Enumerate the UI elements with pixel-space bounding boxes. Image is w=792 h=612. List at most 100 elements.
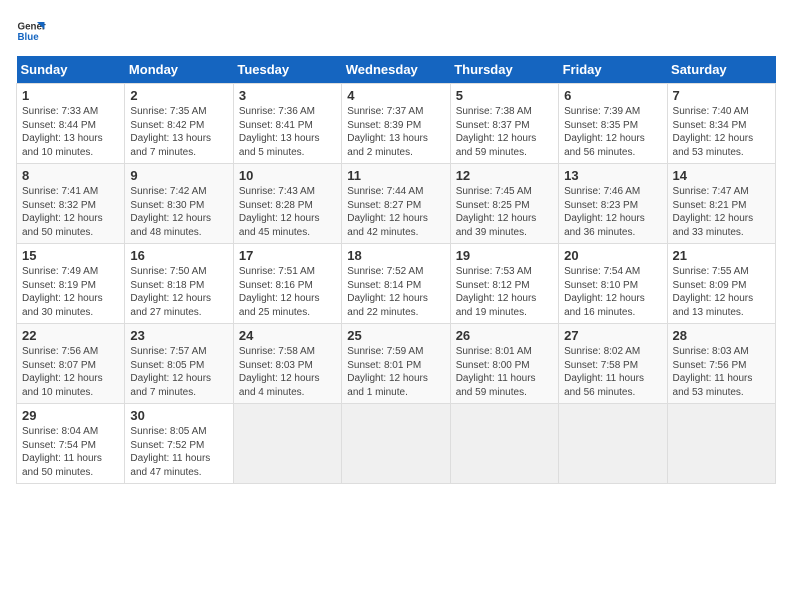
svg-text:Blue: Blue [18,32,40,43]
day-number: 6 [564,88,661,103]
logo: General Blue [16,16,46,46]
day-number: 12 [456,168,553,183]
day-of-week-header: Friday [559,56,667,84]
day-info: Sunrise: 8:03 AM Sunset: 7:56 PM Dayligh… [673,345,770,399]
day-number: 29 [22,408,119,423]
day-number: 17 [239,248,336,263]
day-info: Sunrise: 8:05 AM Sunset: 7:52 PM Dayligh… [130,425,227,479]
calendar-week-row: 29 Sunrise: 8:04 AM Sunset: 7:54 PM Dayli… [17,404,776,484]
day-info: Sunrise: 8:04 AM Sunset: 7:54 PM Dayligh… [22,425,119,479]
day-info: Sunrise: 7:38 AM Sunset: 8:37 PM Dayligh… [456,105,553,159]
calendar-cell: 23Sunrise: 7:57 AM Sunset: 8:05 PM Dayli… [125,324,233,404]
calendar-cell: 17 Sunrise: 7:51 AM Sunset: 8:16 PM Dayli… [233,244,341,324]
day-number: 13 [564,168,661,183]
day-info: Sunrise: 7:57 AM Sunset: 8:05 PM Dayligh… [130,345,227,399]
calendar-cell: 2 Sunrise: 7:35 AM Sunset: 8:42 PM Daylig… [125,84,233,164]
calendar-cell: 11 Sunrise: 7:44 AM Sunset: 8:27 PM Dayli… [342,164,450,244]
calendar-cell: 5Sunrise: 7:38 AM Sunset: 8:37 PM Daylig… [450,84,558,164]
day-number: 15 [22,248,119,263]
calendar-cell [342,404,450,484]
day-info: Sunrise: 7:37 AM Sunset: 8:39 PM Dayligh… [347,105,444,159]
calendar-cell: 7 Sunrise: 7:40 AM Sunset: 8:34 PM Daylig… [667,84,775,164]
calendar-week-row: 15 Sunrise: 7:49 AM Sunset: 8:19 PM Dayli… [17,244,776,324]
day-info: Sunrise: 7:49 AM Sunset: 8:19 PM Dayligh… [22,265,119,319]
day-info: Sunrise: 7:58 AM Sunset: 8:03 PM Dayligh… [239,345,336,399]
day-info: Sunrise: 7:56 AM Sunset: 8:07 PM Dayligh… [22,345,119,399]
calendar-cell: 4 Sunrise: 7:37 AM Sunset: 8:39 PM Daylig… [342,84,450,164]
calendar-cell: 12 Sunrise: 7:45 AM Sunset: 8:25 PM Dayli… [450,164,558,244]
calendar-cell [233,404,341,484]
day-info: Sunrise: 7:40 AM Sunset: 8:34 PM Dayligh… [673,105,770,159]
day-number: 2 [130,88,227,103]
day-of-week-header: Saturday [667,56,775,84]
day-number: 11 [347,168,444,183]
day-info: Sunrise: 8:01 AM Sunset: 8:00 PM Dayligh… [456,345,553,399]
calendar-cell: 1 Sunrise: 7:33 AM Sunset: 8:44 PM Daylig… [17,84,125,164]
day-number: 1 [22,88,119,103]
calendar-cell [559,404,667,484]
day-number: 24 [239,328,336,343]
day-number: 20 [564,248,661,263]
day-number: 10 [239,168,336,183]
day-info: Sunrise: 7:42 AM Sunset: 8:30 PM Dayligh… [130,185,227,239]
day-info: Sunrise: 7:55 AM Sunset: 8:09 PM Dayligh… [673,265,770,319]
day-of-week-header: Monday [125,56,233,84]
day-number: 18 [347,248,444,263]
day-number: 28 [673,328,770,343]
day-number: 9 [130,168,227,183]
day-number: 25 [347,328,444,343]
calendar-header-row: SundayMondayTuesdayWednesdayThursdayFrid… [17,56,776,84]
day-number: 21 [673,248,770,263]
calendar-cell: 22 Sunrise: 7:56 AM Sunset: 8:07 PM Dayli… [17,324,125,404]
calendar-cell: 9 Sunrise: 7:42 AM Sunset: 8:30 PM Daylig… [125,164,233,244]
calendar-cell: 25 Sunrise: 7:59 AM Sunset: 8:01 PM Dayli… [342,324,450,404]
calendar-cell: 10 Sunrise: 7:43 AM Sunset: 8:28 PM Dayli… [233,164,341,244]
calendar-cell: 3Sunrise: 7:36 AM Sunset: 8:41 PM Daylig… [233,84,341,164]
day-info: Sunrise: 7:59 AM Sunset: 8:01 PM Dayligh… [347,345,444,399]
day-number: 27 [564,328,661,343]
day-info: Sunrise: 7:52 AM Sunset: 8:14 PM Dayligh… [347,265,444,319]
day-of-week-header: Sunday [17,56,125,84]
day-info: Sunrise: 7:47 AM Sunset: 8:21 PM Dayligh… [673,185,770,239]
calendar-cell: 30 Sunrise: 8:05 AM Sunset: 7:52 PM Dayli… [125,404,233,484]
day-info: Sunrise: 7:45 AM Sunset: 8:25 PM Dayligh… [456,185,553,239]
day-number: 30 [130,408,227,423]
calendar-week-row: 1 Sunrise: 7:33 AM Sunset: 8:44 PM Daylig… [17,84,776,164]
calendar-table: SundayMondayTuesdayWednesdayThursdayFrid… [16,56,776,484]
day-info: Sunrise: 7:36 AM Sunset: 8:41 PM Dayligh… [239,105,336,159]
logo-icon: General Blue [16,16,46,46]
day-info: Sunrise: 7:44 AM Sunset: 8:27 PM Dayligh… [347,185,444,239]
calendar-week-row: 8Sunrise: 7:41 AM Sunset: 8:32 PM Daylig… [17,164,776,244]
day-info: Sunrise: 7:53 AM Sunset: 8:12 PM Dayligh… [456,265,553,319]
calendar-cell: 21 Sunrise: 7:55 AM Sunset: 8:09 PM Dayli… [667,244,775,324]
day-info: Sunrise: 7:54 AM Sunset: 8:10 PM Dayligh… [564,265,661,319]
day-number: 7 [673,88,770,103]
calendar-cell: 6 Sunrise: 7:39 AM Sunset: 8:35 PM Daylig… [559,84,667,164]
calendar-cell [450,404,558,484]
calendar-cell: 18 Sunrise: 7:52 AM Sunset: 8:14 PM Dayli… [342,244,450,324]
day-info: Sunrise: 7:43 AM Sunset: 8:28 PM Dayligh… [239,185,336,239]
calendar-cell: 26Sunrise: 8:01 AM Sunset: 8:00 PM Dayli… [450,324,558,404]
day-number: 16 [130,248,227,263]
calendar-cell: 20 Sunrise: 7:54 AM Sunset: 8:10 PM Dayli… [559,244,667,324]
day-of-week-header: Tuesday [233,56,341,84]
calendar-body: 1 Sunrise: 7:33 AM Sunset: 8:44 PM Daylig… [17,84,776,484]
day-number: 14 [673,168,770,183]
day-info: Sunrise: 7:50 AM Sunset: 8:18 PM Dayligh… [130,265,227,319]
calendar-cell: 14 Sunrise: 7:47 AM Sunset: 8:21 PM Dayli… [667,164,775,244]
calendar-cell: 24 Sunrise: 7:58 AM Sunset: 8:03 PM Dayli… [233,324,341,404]
day-of-week-header: Wednesday [342,56,450,84]
calendar-week-row: 22 Sunrise: 7:56 AM Sunset: 8:07 PM Dayli… [17,324,776,404]
day-info: Sunrise: 7:33 AM Sunset: 8:44 PM Dayligh… [22,105,119,159]
day-number: 22 [22,328,119,343]
day-info: Sunrise: 7:41 AM Sunset: 8:32 PM Dayligh… [22,185,119,239]
day-info: Sunrise: 7:35 AM Sunset: 8:42 PM Dayligh… [130,105,227,159]
day-number: 19 [456,248,553,263]
calendar-cell [667,404,775,484]
calendar-cell: 16 Sunrise: 7:50 AM Sunset: 8:18 PM Dayli… [125,244,233,324]
day-number: 4 [347,88,444,103]
calendar-cell: 13Sunrise: 7:46 AM Sunset: 8:23 PM Dayli… [559,164,667,244]
day-info: Sunrise: 7:39 AM Sunset: 8:35 PM Dayligh… [564,105,661,159]
day-info: Sunrise: 8:02 AM Sunset: 7:58 PM Dayligh… [564,345,661,399]
day-info: Sunrise: 7:51 AM Sunset: 8:16 PM Dayligh… [239,265,336,319]
